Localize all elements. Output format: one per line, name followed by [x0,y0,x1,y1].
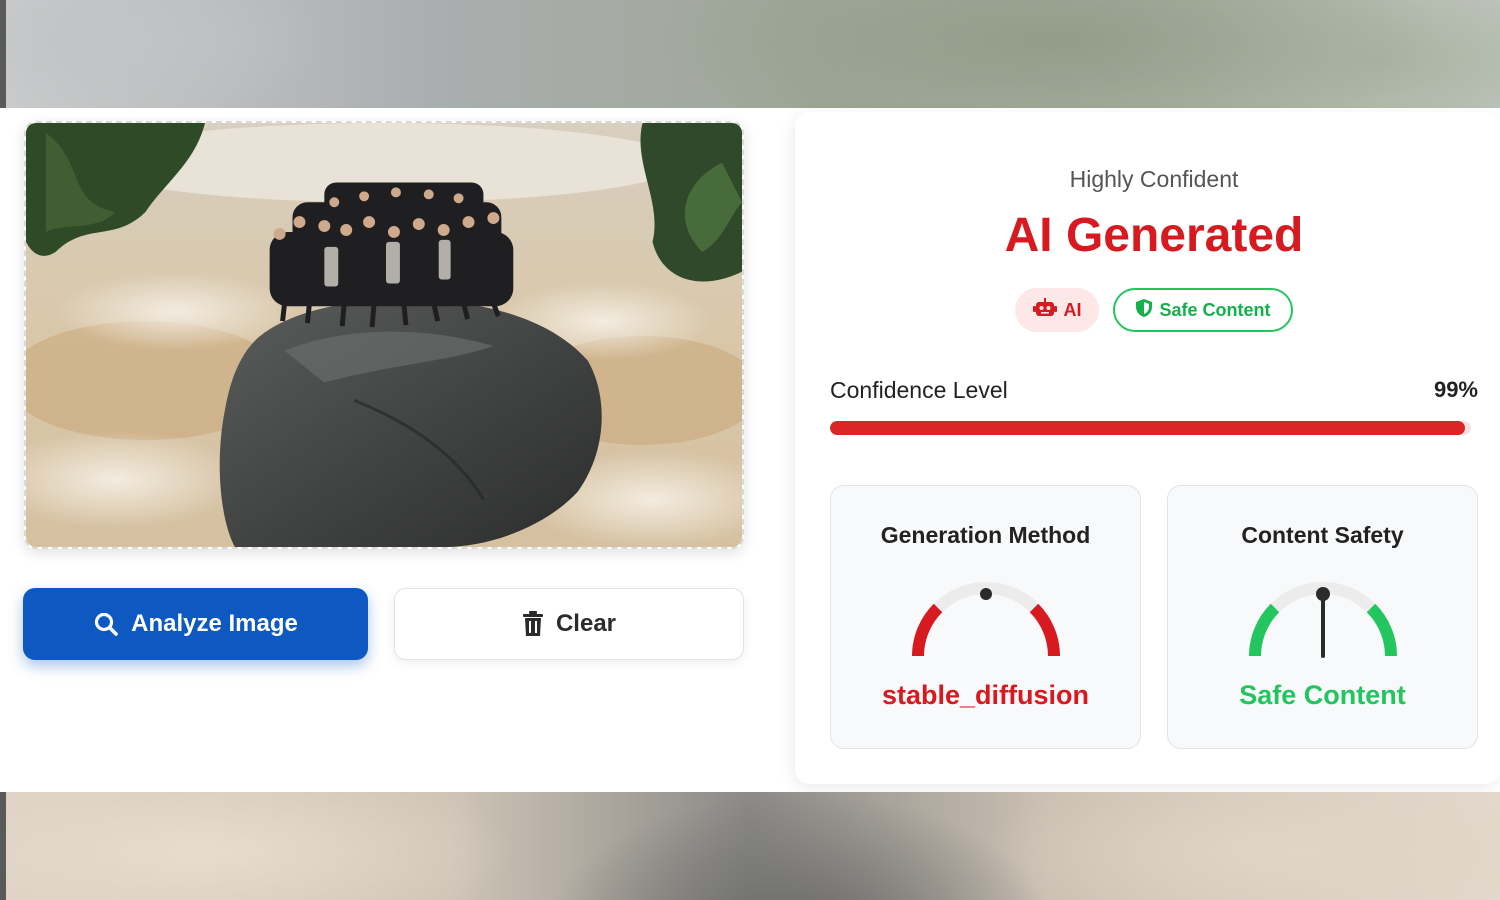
safe-badge-label: Safe Content [1159,299,1271,320]
content-safety-gauge [1249,582,1397,658]
badge-row: AI Safe Content [795,288,1500,332]
clear-button-label: Clear [555,610,617,637]
confidence-progress-bar [830,421,1471,435]
confidence-subtitle: Highly Confident [1069,166,1239,192]
analysis-section: Analyze Image Clear Highly Confident AI … [0,108,1500,792]
background-edge-line [0,0,6,108]
robot-icon [1033,297,1058,323]
ai-badge-label: AI [1063,299,1082,320]
verdict-title: AI Generated [1004,209,1304,262]
uploaded-image [26,123,742,547]
generation-method-value: stable_diffusion [881,680,1090,710]
safe-content-badge: Safe Content [1113,288,1293,332]
background-top-blur [0,0,1500,108]
analyze-image-button[interactable]: Analyze Image [23,588,368,660]
confidence-progress-fill [830,421,1465,435]
ai-badge: AI [1015,288,1100,332]
background-edge-line-bottom [0,792,6,900]
uploaded-image-preview[interactable] [24,121,744,549]
confidence-label: Confidence Level [830,377,1008,403]
confidence-value: 99% [1433,377,1478,402]
generation-method-gauge [912,582,1060,657]
analyze-button-label: Analyze Image [131,610,298,637]
generation-method-title: Generation Method [880,522,1091,548]
generation-method-card: Generation Method stable_diffusion [830,485,1141,749]
trash-icon [522,611,544,637]
content-safety-value: Safe Content [1239,680,1406,710]
background-bottom-blur [0,792,1500,900]
clear-button[interactable]: Clear [394,588,744,660]
result-panel: Highly Confident AI Generated AI Safe Co… [795,112,1500,784]
shield-icon [1135,298,1153,323]
content-safety-card: Content Safety Safe Content [1167,485,1478,749]
search-icon [93,611,119,637]
content-safety-title: Content Safety [1241,522,1404,548]
